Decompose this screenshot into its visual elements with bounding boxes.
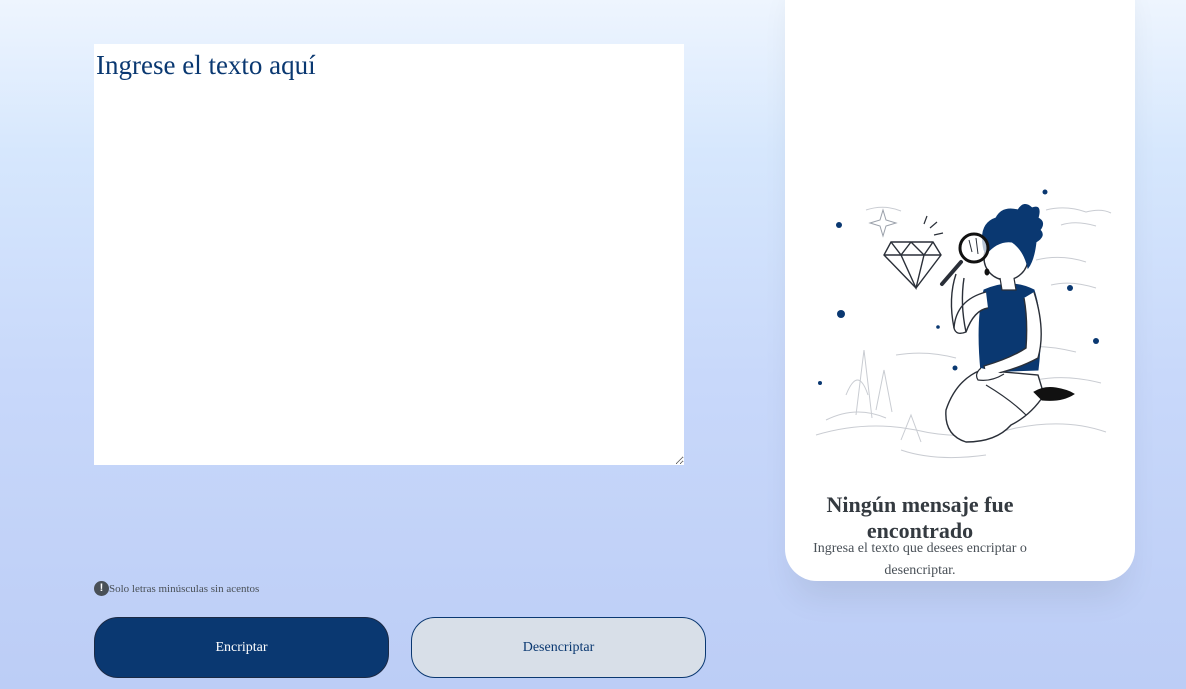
- decrypt-button-label: Desencriptar: [522, 639, 595, 655]
- empty-state-title: Ningún mensaje fue encontrado: [826, 492, 1014, 543]
- empty-state-message: Ingresa el texto que desees encriptar o …: [813, 541, 1027, 578]
- decrypt-button[interactable]: Desencriptar: [411, 617, 706, 678]
- encrypt-button-label: Encriptar: [215, 639, 268, 655]
- text-input[interactable]: [94, 44, 684, 465]
- search-illustration: [815, 189, 1112, 459]
- exclamation-circle-icon: !: [94, 581, 109, 596]
- encrypt-button[interactable]: Encriptar: [94, 617, 389, 678]
- hint-message: ! Solo letras minúsculas sin acentos: [94, 581, 259, 596]
- hint-text: Solo letras minúsculas sin acentos: [109, 582, 260, 595]
